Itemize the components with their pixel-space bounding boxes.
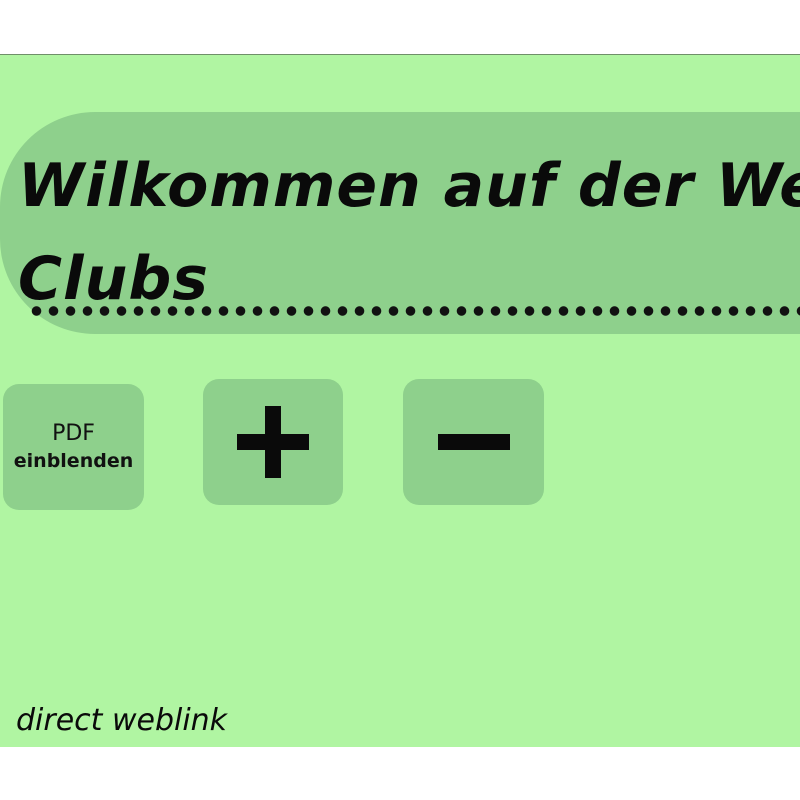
zoom-in-button[interactable] — [203, 379, 343, 505]
page-content: Wilkommen auf der Websit Clubs PDF einbl… — [0, 54, 800, 747]
title-line-1: Wilkommen auf der Websit — [18, 151, 800, 221]
plus-icon — [237, 406, 309, 478]
page-title: Wilkommen auf der Websit Clubs — [18, 140, 800, 326]
show-pdf-label-line1: PDF — [52, 421, 95, 447]
dotted-divider — [28, 305, 800, 317]
minus-icon — [437, 434, 510, 450]
zoom-out-button[interactable] — [403, 379, 544, 505]
direct-weblink[interactable]: direct weblink — [16, 703, 227, 738]
show-pdf-button[interactable]: PDF einblenden — [3, 384, 144, 510]
show-pdf-label-line2: einblenden — [13, 449, 134, 472]
